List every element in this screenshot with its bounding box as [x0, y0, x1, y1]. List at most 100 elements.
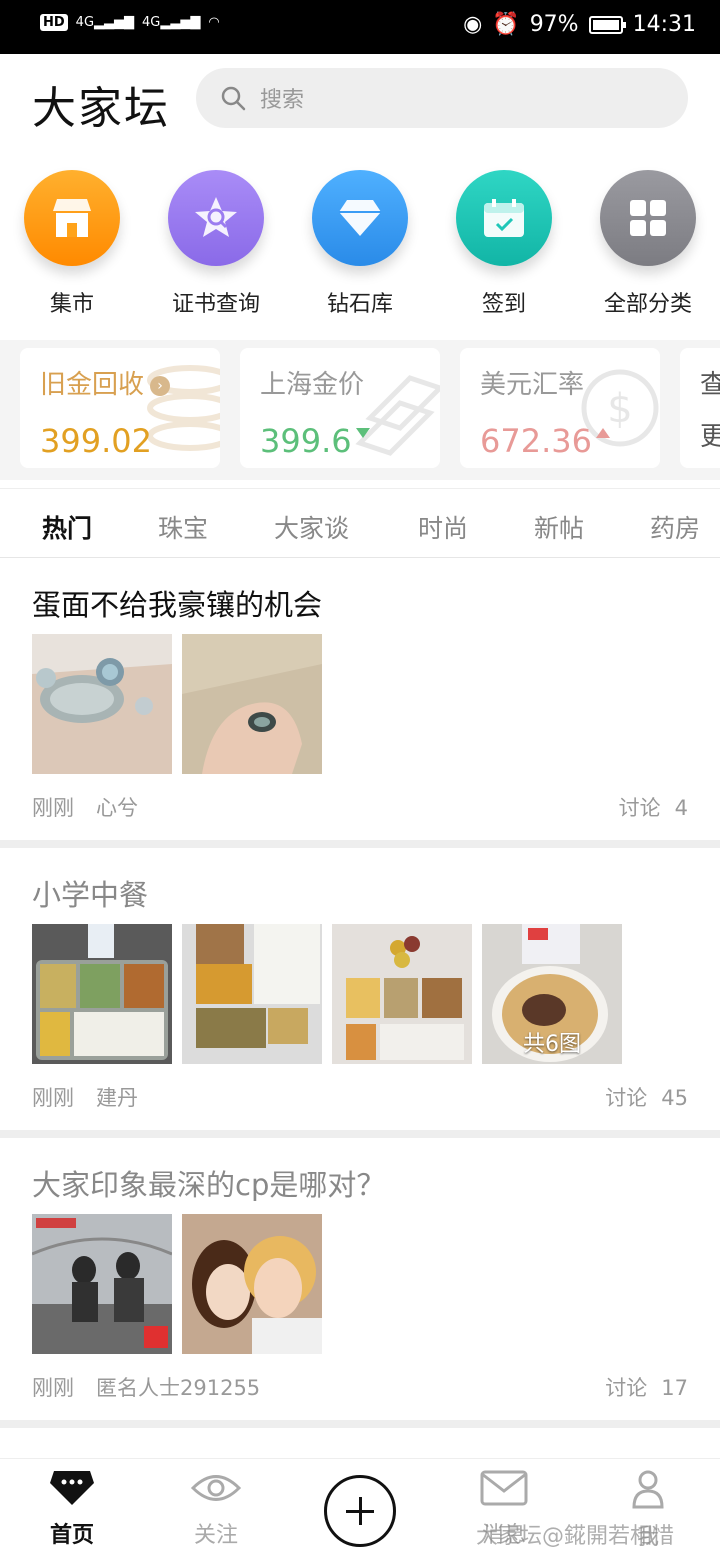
quick-links: 集市 证书查询 钻石库 签到 全部分类: [0, 170, 720, 320]
post-time: 刚刚: [32, 796, 74, 820]
search-bar[interactable]: 搜索: [196, 68, 688, 128]
discussion-count: 45: [661, 1086, 688, 1110]
wifi-icon: ◠: [208, 15, 220, 30]
card-title: 上海金价: [260, 370, 365, 400]
tab-fashion[interactable]: 时尚: [418, 509, 468, 545]
card-value: 399.02: [40, 422, 152, 460]
watermark: 大家坛@錵開若相惜: [476, 1524, 675, 1549]
tab-discussion[interactable]: 大家谈: [274, 509, 349, 545]
quick-link-checkin[interactable]: 签到: [434, 170, 574, 318]
quick-link-categories[interactable]: 全部分类: [578, 170, 718, 318]
post-image[interactable]: [182, 1214, 322, 1354]
post-author[interactable]: 建丹: [96, 1086, 138, 1110]
quick-link-label: 全部分类: [603, 292, 692, 317]
alarm-icon: ⏰: [492, 12, 520, 37]
card-title: 美元汇率: [480, 370, 585, 400]
user-icon: [632, 1470, 664, 1509]
card-title: 旧金回收 ›: [40, 364, 171, 401]
post-images: 共6图: [32, 924, 622, 1064]
nav-follow-label: 关注: [193, 1523, 238, 1548]
create-post-button[interactable]: [324, 1475, 396, 1547]
post-image[interactable]: [32, 1214, 172, 1354]
quick-link-certificate[interactable]: 证书查询: [146, 170, 286, 318]
post-images: [32, 1214, 322, 1354]
discussion-label: 讨论: [618, 796, 661, 820]
quick-link-label: 证书查询: [171, 292, 260, 317]
tab-hot[interactable]: 热门: [42, 509, 92, 545]
post-time: 刚刚: [32, 1086, 74, 1110]
search-placeholder: 搜索: [260, 88, 305, 113]
card-value-text: 399.6: [260, 422, 352, 460]
price-card-more[interactable]: 查 更: [680, 348, 720, 468]
battery-icon: [588, 15, 626, 34]
post-title[interactable]: 蛋面不给我豪镶的机会: [32, 582, 322, 624]
post-meta: 刚刚 建丹: [32, 1082, 138, 1112]
post-card[interactable]: 大家印象最深的cp是哪对？ 刚刚 匿名人士291255 讨论 17: [0, 1138, 720, 1420]
status-left: HD 4G▂▃▅▇ 4G▂▃▅▇ ◠: [40, 14, 220, 31]
post-author[interactable]: 匿名人士291255: [96, 1376, 260, 1400]
discussion-label: 讨论: [605, 1376, 648, 1400]
post-image[interactable]: [332, 924, 472, 1064]
grid-icon: [600, 170, 696, 266]
price-card-usd-rate[interactable]: $ 美元汇率 672.36: [460, 348, 660, 468]
post-meta: 刚刚 匿名人士291255: [32, 1372, 260, 1402]
status-bar: HD 4G▂▃▅▇ 4G▂▃▅▇ ◠ ◉ ⏰ 97% 14:31: [0, 0, 720, 54]
discussion-count: 4: [674, 796, 688, 820]
post-image[interactable]: 共6图: [482, 924, 622, 1064]
post-discussion: 讨论 4: [619, 792, 688, 822]
signal-icon: 4G▂▃▅▇: [142, 15, 201, 30]
post-meta: 刚刚 心兮: [32, 792, 138, 822]
search-icon: [221, 86, 246, 111]
battery-percent: 97%: [529, 12, 579, 37]
post-image[interactable]: [32, 924, 172, 1064]
divider: [0, 1130, 720, 1138]
quick-link-diamond[interactable]: 钻石库: [290, 170, 430, 318]
divider: [0, 840, 720, 848]
price-card-gold-recycle[interactable]: 旧金回收 › 399.02: [20, 348, 220, 468]
tab-pharmacy[interactable]: 药房: [650, 509, 700, 545]
post-author[interactable]: 心兮: [96, 796, 138, 820]
nav-follow[interactable]: 关注: [166, 1469, 266, 1549]
more-images-badge: 共6图: [523, 1032, 581, 1057]
diamond-icon: [312, 170, 408, 266]
trend-down-icon: [355, 428, 370, 438]
certificate-icon: [168, 170, 264, 266]
app-logo: 大家坛: [32, 83, 170, 134]
card-value: 更: [700, 422, 720, 452]
divider: [0, 1420, 720, 1428]
tab-new-posts[interactable]: 新帖: [534, 509, 584, 545]
discussion-count: 17: [661, 1376, 688, 1400]
chevron-right-icon: ›: [150, 375, 171, 396]
mail-icon: [480, 1470, 528, 1506]
price-card-shanghai-gold[interactable]: 上海金价 399.6: [240, 348, 440, 468]
card-title: 查: [700, 370, 720, 400]
post-title[interactable]: 大家印象最深的cp是哪对？: [32, 1162, 385, 1204]
quick-link-market[interactable]: 集市: [2, 170, 142, 318]
discussion-label: 讨论: [605, 1086, 648, 1110]
eye-icon: [190, 1475, 242, 1501]
price-cards: 旧金回收 › 399.02 上海金价 399.6 $ 美元汇率 672.36 查 …: [0, 340, 720, 480]
card-value-text: 672.36: [480, 422, 592, 460]
nav-home-label: 首页: [49, 1523, 94, 1548]
tab-jewelry[interactable]: 珠宝: [158, 509, 208, 545]
post-image[interactable]: [182, 924, 322, 1064]
post-discussion: 讨论 45: [605, 1082, 688, 1112]
svg-text:$: $: [607, 386, 632, 432]
sim1-label: 4G: [75, 15, 95, 30]
signal-icon: 4G▂▃▅▇: [75, 15, 135, 30]
home-gem-icon: [50, 1471, 94, 1505]
card-title-text: 旧金回收: [40, 370, 145, 400]
post-image[interactable]: [32, 634, 172, 774]
post-image[interactable]: [182, 634, 322, 774]
category-tabs: 热门 珠宝 大家谈 时尚 新帖 药房: [0, 488, 720, 558]
hd-indicator: HD: [40, 14, 68, 31]
post-card[interactable]: 蛋面不给我豪镶的机会 刚刚 心兮 讨论 4: [0, 558, 720, 840]
trend-up-icon: [595, 428, 610, 438]
nav-home[interactable]: 首页: [22, 1469, 122, 1549]
quick-link-label: 集市: [49, 292, 94, 317]
quick-link-label: 钻石库: [326, 292, 393, 317]
post-discussion: 讨论 17: [605, 1372, 688, 1402]
post-title[interactable]: 小学中餐: [32, 872, 148, 914]
post-images: [32, 634, 322, 774]
post-card[interactable]: 小学中餐 共6图 刚刚 建丹 讨论 45: [0, 848, 720, 1130]
